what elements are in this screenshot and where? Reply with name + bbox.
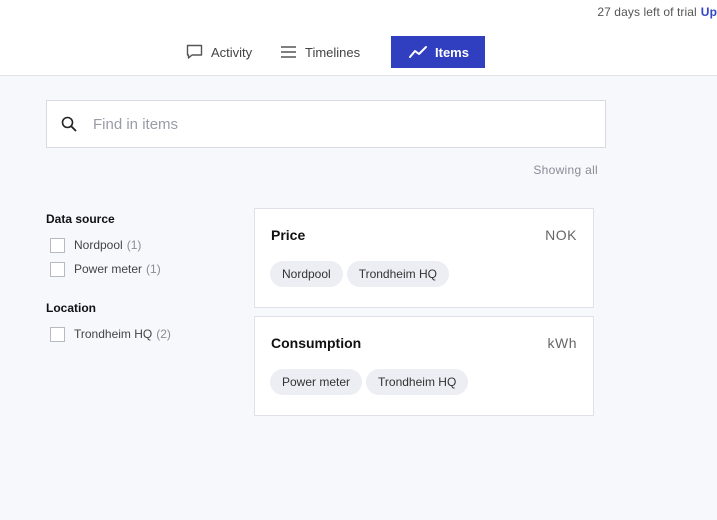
tag-chip[interactable]: Trondheim HQ: [346, 261, 449, 287]
item-card-price[interactable]: Price NOK Nordpool Trondheim HQ: [254, 208, 594, 308]
filter-option-power-meter[interactable]: Power meter (1): [46, 257, 236, 281]
tab-timelines-label: Timelines: [305, 44, 361, 60]
checkbox[interactable]: [50, 237, 65, 253]
filter-title: Data source: [46, 212, 115, 226]
item-card-consumption[interactable]: Consumption kWh Power meter Trondheim HQ: [254, 316, 594, 416]
tag-chip[interactable]: Nordpool: [270, 261, 343, 287]
trial-notice: 27 days left of trial Up: [597, 5, 717, 19]
tab-activity-label: Activity: [211, 44, 253, 60]
item-tags: Nordpool Trondheim HQ: [270, 261, 453, 287]
nav-tabs: Activity Timelines Items: [176, 36, 485, 68]
checkbox[interactable]: [50, 326, 65, 342]
filter-group-data-source: Data source Nordpool (1) Power meter (1): [46, 212, 236, 281]
item-title: Consumption: [271, 335, 362, 351]
tab-items[interactable]: Items: [391, 36, 485, 68]
filter-option-count: (2): [156, 327, 171, 341]
item-unit: NOK: [545, 227, 577, 243]
filter-option-count: (1): [146, 262, 161, 276]
filter-option-trondheim-hq[interactable]: Trondheim HQ (2): [46, 322, 236, 346]
filter-group-location: Location Trondheim HQ (2): [46, 301, 236, 346]
menu-lines-icon: [280, 45, 297, 59]
filter-option-label: Power meter: [74, 262, 143, 276]
filter-option-nordpool[interactable]: Nordpool (1): [46, 233, 236, 257]
search-box: [46, 100, 606, 148]
items-list: Price NOK Nordpool Trondheim HQ Consumpt…: [254, 208, 594, 424]
filter-option-label: Nordpool: [74, 238, 123, 252]
checkbox[interactable]: [50, 261, 65, 277]
line-chart-icon: [409, 45, 427, 59]
tab-timelines[interactable]: Timelines: [266, 36, 391, 68]
filters-panel: Data source Nordpool (1) Power meter (1)…: [46, 212, 236, 366]
filter-title: Location: [46, 301, 96, 315]
trial-text: 27 days left of trial: [597, 5, 697, 19]
upgrade-link[interactable]: Up: [701, 5, 717, 19]
tag-chip[interactable]: Trondheim HQ: [366, 369, 469, 395]
top-bar: 27 days left of trial Up Activity Timelin…: [0, 0, 717, 76]
search-icon: [61, 116, 77, 132]
tab-activity[interactable]: Activity: [176, 36, 266, 68]
tab-items-label: Items: [435, 44, 469, 60]
speech-bubble-icon: [186, 44, 203, 60]
item-tags: Power meter Trondheim HQ: [270, 369, 472, 395]
filter-option-count: (1): [126, 238, 142, 252]
filter-option-label: Trondheim HQ: [74, 327, 153, 341]
search-input[interactable]: [93, 115, 573, 133]
tag-chip[interactable]: Power meter: [270, 369, 363, 395]
showing-status: Showing all: [533, 163, 598, 177]
item-title: Price: [271, 227, 306, 243]
item-unit: kWh: [547, 335, 577, 351]
